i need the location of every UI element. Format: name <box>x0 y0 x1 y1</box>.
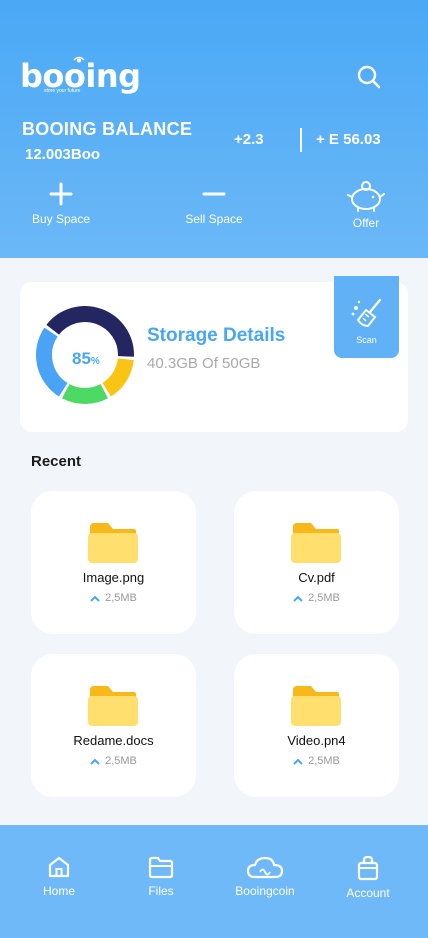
scan-label: Scan <box>356 335 377 345</box>
file-size: 2,5MB <box>234 592 399 604</box>
logo-tagline: store your future <box>44 88 81 94</box>
balance-amount: + E 56.03 <box>316 131 381 148</box>
plus-icon <box>49 182 73 206</box>
file-size: 2,5MB <box>234 755 399 767</box>
home-icon <box>48 856 70 878</box>
nav-item-account[interactable]: Account <box>318 855 418 900</box>
header: booing store your future BOOING BALANCE … <box>0 0 428 258</box>
eye-icon <box>73 56 85 63</box>
storage-percent-sign: % <box>90 356 100 367</box>
file-card[interactable]: Cv.pdf 2,5MB <box>234 491 399 634</box>
folder-icon <box>148 856 174 879</box>
storage-title: Storage Details <box>147 325 286 346</box>
divider <box>300 128 302 152</box>
sell-space-button[interactable]: Sell Space <box>164 182 264 226</box>
nav-label-booingcoin: Booingcoin <box>235 884 295 898</box>
file-name: Video.pn4 <box>287 733 346 748</box>
offer-label: Offer <box>352 216 380 230</box>
nav-item-files[interactable]: Files <box>111 855 211 898</box>
search-button[interactable] <box>356 64 382 90</box>
file-name: Image.png <box>82 570 145 585</box>
donut-segment <box>102 357 134 397</box>
file-card[interactable]: Image.png 2,5MB <box>31 491 196 634</box>
donut-segment <box>61 383 109 404</box>
folder-icon <box>88 686 138 726</box>
donut-segment <box>36 327 68 397</box>
scan-button[interactable]: Scan <box>334 276 399 358</box>
recent-heading: Recent <box>31 453 82 470</box>
file-size-value: 2,5MB <box>105 592 137 604</box>
broom-icon <box>351 298 381 328</box>
buy-space-label: Buy Space <box>31 212 91 226</box>
file-size: 2,5MB <box>31 755 196 767</box>
balance-value: 12.003Boo <box>25 146 101 163</box>
file-size-value: 2,5MB <box>308 755 340 767</box>
nav-label-home: Home <box>42 884 75 898</box>
storage-subtitle: 40.3GB Of 50GB <box>147 355 261 372</box>
cloud-icon <box>246 856 284 879</box>
chevron-up-icon <box>90 758 100 765</box>
logo[interactable]: booing store your future <box>20 56 141 94</box>
bag-icon <box>357 855 379 881</box>
folder-icon <box>88 523 138 563</box>
piggy-bank-icon <box>347 181 385 212</box>
buy-space-button[interactable]: Buy Space <box>11 182 111 226</box>
bottom-nav: Home Files Booingcoin Account <box>0 825 428 938</box>
chevron-up-icon <box>90 595 100 602</box>
minus-icon <box>202 192 226 196</box>
folder-icon <box>291 523 341 563</box>
chevron-up-icon <box>293 758 303 765</box>
file-size-value: 2,5MB <box>308 592 340 604</box>
sell-space-label: Sell Space <box>185 212 243 226</box>
file-name: Redame.docs <box>73 733 154 748</box>
file-size-value: 2,5MB <box>105 755 137 767</box>
search-icon <box>357 65 381 89</box>
file-card[interactable]: Video.pn4 2,5MB <box>234 654 399 797</box>
nav-label-account: Account <box>346 886 390 900</box>
balance-change: +2.3 <box>234 131 264 148</box>
chevron-up-icon <box>293 595 303 602</box>
balance-title: BOOING BALANCE <box>22 119 193 139</box>
file-card[interactable]: Redame.docs 2,5MB <box>31 654 196 797</box>
nav-item-booingcoin[interactable]: Booingcoin <box>215 855 315 898</box>
storage-percent: 85% <box>72 349 100 369</box>
storage-percent-value: 85 <box>72 349 91 368</box>
nav-item-home[interactable]: Home <box>9 855 109 898</box>
offer-button[interactable]: Offer <box>316 180 416 230</box>
folder-icon <box>291 686 341 726</box>
nav-label-files: Files <box>148 884 174 898</box>
file-size: 2,5MB <box>31 592 196 604</box>
file-name: Cv.pdf <box>298 570 335 585</box>
